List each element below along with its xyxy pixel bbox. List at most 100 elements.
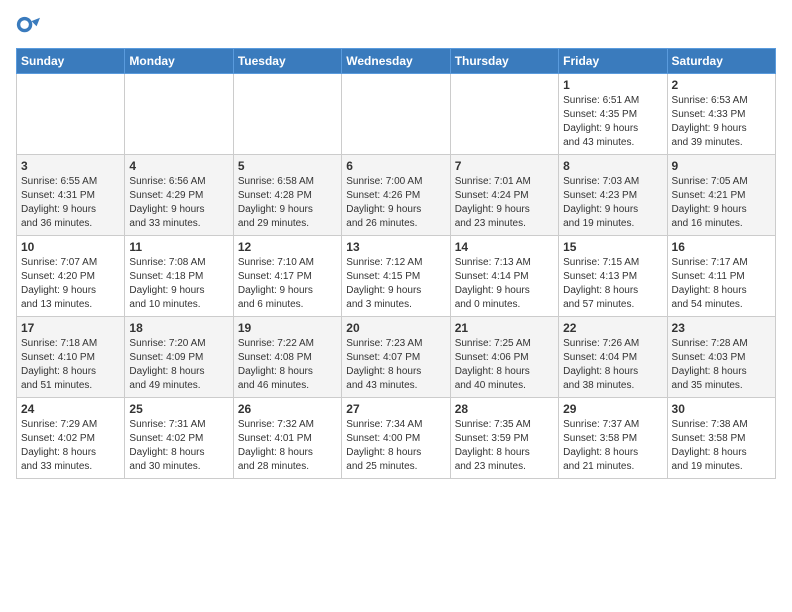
calendar-cell: 5 Sunrise: 6:58 AM Sunset: 4:28 PM Daylig… [233, 155, 341, 236]
col-header-wednesday: Wednesday [342, 49, 450, 74]
day-number: 24 [21, 402, 120, 416]
calendar-cell: 28Sunrise: 7:35 AM Sunset: 3:59 PM Dayli… [450, 398, 558, 479]
day-info: Sunrise: 7:38 AM Sunset: 3:58 PM Dayligh… [672, 418, 771, 474]
day-info: Sunrise: 7:18 AM Sunset: 4:10 PM Dayligh… [21, 337, 120, 393]
day-number: 16 [672, 240, 771, 254]
day-number: 20 [346, 321, 445, 335]
day-number: 5 [238, 159, 337, 173]
day-info: Sunrise: 7:03 AM Sunset: 4:23 PM Dayligh… [563, 175, 662, 231]
day-number: 8 [563, 159, 662, 173]
calendar-cell [450, 74, 558, 155]
col-header-sunday: Sunday [17, 49, 125, 74]
col-header-saturday: Saturday [667, 49, 775, 74]
calendar-cell: 3 Sunrise: 6:55 AM Sunset: 4:31 PM Daylig… [17, 155, 125, 236]
day-info: Sunrise: 6:51 AM Sunset: 4:35 PM Dayligh… [563, 94, 662, 150]
day-info: Sunrise: 6:53 AM Sunset: 4:33 PM Dayligh… [672, 94, 771, 150]
day-info: Sunrise: 7:23 AM Sunset: 4:07 PM Dayligh… [346, 337, 445, 393]
day-info: Sunrise: 7:01 AM Sunset: 4:24 PM Dayligh… [455, 175, 554, 231]
logo-icon [16, 16, 40, 40]
day-number: 2 [672, 78, 771, 92]
calendar-cell: 18 Sunrise: 7:20 AM Sunset: 4:09 PM Dayli… [125, 317, 233, 398]
calendar-cell: 23 Sunrise: 7:28 AM Sunset: 4:03 PM Dayli… [667, 317, 775, 398]
day-info: Sunrise: 7:22 AM Sunset: 4:08 PM Dayligh… [238, 337, 337, 393]
calendar-cell: 30 Sunrise: 7:38 AM Sunset: 3:58 PM Dayli… [667, 398, 775, 479]
col-header-tuesday: Tuesday [233, 49, 341, 74]
calendar-cell: 20 Sunrise: 7:23 AM Sunset: 4:07 PM Dayli… [342, 317, 450, 398]
calendar-week-row: 1 Sunrise: 6:51 AM Sunset: 4:35 PM Daylig… [17, 74, 776, 155]
day-info: Sunrise: 6:56 AM Sunset: 4:29 PM Dayligh… [129, 175, 228, 231]
day-number: 18 [129, 321, 228, 335]
day-info: Sunrise: 6:55 AM Sunset: 4:31 PM Dayligh… [21, 175, 120, 231]
col-header-monday: Monday [125, 49, 233, 74]
day-number: 7 [455, 159, 554, 173]
day-info: Sunrise: 7:20 AM Sunset: 4:09 PM Dayligh… [129, 337, 228, 393]
day-number: 22 [563, 321, 662, 335]
calendar-cell: 17 Sunrise: 7:18 AM Sunset: 4:10 PM Dayli… [17, 317, 125, 398]
col-header-friday: Friday [559, 49, 667, 74]
day-number: 4 [129, 159, 228, 173]
calendar-cell: 6 Sunrise: 7:00 AM Sunset: 4:26 PM Daylig… [342, 155, 450, 236]
day-info: Sunrise: 7:12 AM Sunset: 4:15 PM Dayligh… [346, 256, 445, 312]
day-number: 12 [238, 240, 337, 254]
day-info: Sunrise: 7:13 AM Sunset: 4:14 PM Dayligh… [455, 256, 554, 312]
calendar-cell: 4 Sunrise: 6:56 AM Sunset: 4:29 PM Daylig… [125, 155, 233, 236]
calendar-cell: 27Sunrise: 7:34 AM Sunset: 4:00 PM Dayli… [342, 398, 450, 479]
calendar-cell: 19 Sunrise: 7:22 AM Sunset: 4:08 PM Dayli… [233, 317, 341, 398]
calendar-cell: 29 Sunrise: 7:37 AM Sunset: 3:58 PM Dayli… [559, 398, 667, 479]
calendar-cell: 7 Sunrise: 7:01 AM Sunset: 4:24 PM Daylig… [450, 155, 558, 236]
calendar-cell: 24 Sunrise: 7:29 AM Sunset: 4:02 PM Dayli… [17, 398, 125, 479]
day-info: Sunrise: 7:31 AM Sunset: 4:02 PM Dayligh… [129, 418, 228, 474]
calendar-week-row: 3 Sunrise: 6:55 AM Sunset: 4:31 PM Daylig… [17, 155, 776, 236]
day-number: 29 [563, 402, 662, 416]
day-number: 19 [238, 321, 337, 335]
day-number: 13 [346, 240, 445, 254]
calendar-cell: 14 Sunrise: 7:13 AM Sunset: 4:14 PM Dayli… [450, 236, 558, 317]
calendar-cell [17, 74, 125, 155]
day-number: 6 [346, 159, 445, 173]
calendar-cell: 22Sunrise: 7:26 AM Sunset: 4:04 PM Dayli… [559, 317, 667, 398]
day-info: Sunrise: 7:08 AM Sunset: 4:18 PM Dayligh… [129, 256, 228, 312]
day-info: Sunrise: 7:17 AM Sunset: 4:11 PM Dayligh… [672, 256, 771, 312]
calendar-cell [125, 74, 233, 155]
day-info: Sunrise: 7:28 AM Sunset: 4:03 PM Dayligh… [672, 337, 771, 393]
page-header [16, 16, 776, 40]
calendar-week-row: 10Sunrise: 7:07 AM Sunset: 4:20 PM Dayli… [17, 236, 776, 317]
day-number: 15 [563, 240, 662, 254]
day-number: 26 [238, 402, 337, 416]
day-info: Sunrise: 7:10 AM Sunset: 4:17 PM Dayligh… [238, 256, 337, 312]
day-number: 10 [21, 240, 120, 254]
day-number: 25 [129, 402, 228, 416]
col-header-thursday: Thursday [450, 49, 558, 74]
logo [16, 16, 44, 40]
calendar-cell: 2 Sunrise: 6:53 AM Sunset: 4:33 PM Daylig… [667, 74, 775, 155]
day-number: 9 [672, 159, 771, 173]
day-info: Sunrise: 7:29 AM Sunset: 4:02 PM Dayligh… [21, 418, 120, 474]
day-number: 23 [672, 321, 771, 335]
calendar-cell [233, 74, 341, 155]
day-number: 17 [21, 321, 120, 335]
day-number: 3 [21, 159, 120, 173]
calendar-cell: 1 Sunrise: 6:51 AM Sunset: 4:35 PM Daylig… [559, 74, 667, 155]
calendar-cell: 25 Sunrise: 7:31 AM Sunset: 4:02 PM Dayli… [125, 398, 233, 479]
calendar-cell: 12 Sunrise: 7:10 AM Sunset: 4:17 PM Dayli… [233, 236, 341, 317]
calendar-week-row: 17 Sunrise: 7:18 AM Sunset: 4:10 PM Dayli… [17, 317, 776, 398]
calendar-cell [342, 74, 450, 155]
day-number: 30 [672, 402, 771, 416]
calendar-cell: 15 Sunrise: 7:15 AM Sunset: 4:13 PM Dayli… [559, 236, 667, 317]
day-number: 14 [455, 240, 554, 254]
calendar-cell: 16 Sunrise: 7:17 AM Sunset: 4:11 PM Dayli… [667, 236, 775, 317]
day-number: 28 [455, 402, 554, 416]
day-number: 1 [563, 78, 662, 92]
day-info: Sunrise: 7:37 AM Sunset: 3:58 PM Dayligh… [563, 418, 662, 474]
day-info: Sunrise: 7:15 AM Sunset: 4:13 PM Dayligh… [563, 256, 662, 312]
calendar-cell: 13 Sunrise: 7:12 AM Sunset: 4:15 PM Dayli… [342, 236, 450, 317]
day-info: Sunrise: 7:00 AM Sunset: 4:26 PM Dayligh… [346, 175, 445, 231]
calendar-cell: 21Sunrise: 7:25 AM Sunset: 4:06 PM Dayli… [450, 317, 558, 398]
day-info: Sunrise: 7:05 AM Sunset: 4:21 PM Dayligh… [672, 175, 771, 231]
day-info: Sunrise: 7:34 AM Sunset: 4:00 PM Dayligh… [346, 418, 445, 474]
calendar-header-row: SundayMondayTuesdayWednesdayThursdayFrid… [17, 49, 776, 74]
day-info: Sunrise: 6:58 AM Sunset: 4:28 PM Dayligh… [238, 175, 337, 231]
day-number: 11 [129, 240, 228, 254]
day-info: Sunrise: 7:25 AM Sunset: 4:06 PM Dayligh… [455, 337, 554, 393]
day-info: Sunrise: 7:32 AM Sunset: 4:01 PM Dayligh… [238, 418, 337, 474]
